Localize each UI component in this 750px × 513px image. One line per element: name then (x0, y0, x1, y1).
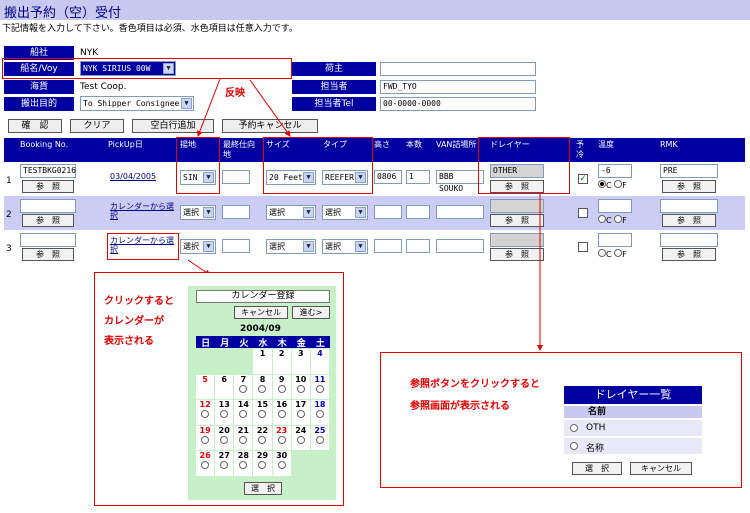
drayage-option-1: OTH (586, 423, 606, 433)
list-item[interactable] (564, 420, 702, 436)
calendar-day-radio[interactable] (201, 461, 210, 470)
calendar-day-radio[interactable] (277, 410, 286, 419)
ref-note: 参照ボタンをクリックすると 参照画面が表示される (410, 379, 540, 412)
calendar-day[interactable]: 28 (234, 451, 253, 476)
calendar-day-radio[interactable] (220, 461, 229, 470)
calendar-month: 2004/09 (240, 324, 281, 334)
calendar-day-radio[interactable] (277, 461, 286, 470)
calendar-day[interactable]: 9 (272, 374, 291, 400)
calendar-day-radio[interactable] (258, 410, 267, 419)
calendar-day[interactable]: 3 (291, 349, 310, 374)
calendar-day-radio[interactable] (296, 384, 305, 393)
calendar-day[interactable]: 19 (196, 425, 215, 451)
calendar-weekdays: 日 月 火 水 木 金 土 (201, 339, 325, 349)
drayage-radio-2[interactable] (570, 442, 578, 450)
calendar-day-radio[interactable] (258, 461, 267, 470)
calendar-day-radio[interactable] (315, 384, 324, 393)
calendar-day[interactable]: 2 (272, 349, 291, 374)
calendar-day-radio[interactable] (201, 435, 210, 444)
calendar-title: カレンダー登録 (196, 290, 330, 303)
calendar-day[interactable]: 29 (253, 451, 272, 476)
calendar-day[interactable]: 11 (310, 374, 329, 400)
calendar-day-radio[interactable] (296, 410, 305, 419)
calendar-day[interactable]: 26 (196, 451, 215, 476)
calendar-day[interactable]: 21 (234, 425, 253, 451)
calendar-day[interactable]: 25 (310, 425, 329, 451)
calendar-day-radio[interactable] (277, 435, 286, 444)
calendar-day[interactable]: 15 (253, 400, 272, 425)
calendar-cancel-button[interactable]: キャンセル (234, 306, 288, 319)
calendar-day[interactable]: 22 (253, 425, 272, 451)
calendar-day-radio[interactable] (239, 384, 248, 393)
calendar-day[interactable]: 8 (253, 374, 272, 400)
calendar-day[interactable]: 5 (196, 374, 215, 400)
calendar-day-radio[interactable] (220, 410, 229, 419)
calendar-day-radio[interactable] (220, 435, 229, 444)
list-item[interactable] (564, 438, 702, 454)
calendar-day-radio[interactable] (258, 384, 267, 393)
calendar-day-radio[interactable] (296, 435, 305, 444)
calendar-day[interactable]: 12 (196, 400, 215, 425)
calendar-day[interactable]: 17 (291, 400, 310, 425)
calendar-day[interactable]: 7 (234, 374, 253, 400)
calendar-day[interactable]: 13 (215, 400, 234, 425)
calendar-next-button[interactable]: 進む> (292, 306, 330, 319)
calendar-day[interactable]: 27 (215, 451, 234, 476)
calendar-select-button[interactable]: 選 択 (244, 482, 282, 495)
calendar-day[interactable]: 24 (291, 425, 310, 451)
calendar-day-radio[interactable] (239, 461, 248, 470)
calendar-day[interactable]: 10 (291, 374, 310, 400)
calendar-day[interactable]: 4 (310, 349, 329, 374)
calendar-day[interactable]: 18 (310, 400, 329, 425)
drayage-col-name: 名前 (588, 407, 607, 417)
calendar-day-radio[interactable] (277, 384, 286, 393)
drayage-list-title: ドレイヤー一覧 (564, 386, 702, 404)
drayage-select-button[interactable]: 選 択 (572, 462, 622, 475)
calendar-day[interactable]: 1 (253, 349, 272, 374)
calendar-day-radio[interactable] (315, 435, 324, 444)
drayage-cancel-button[interactable]: キャンセル (630, 462, 692, 475)
calendar-day[interactable]: 14 (234, 400, 253, 425)
calendar-day[interactable]: 23 (272, 425, 291, 451)
calendar-day-radio[interactable] (239, 410, 248, 419)
drayage-list-header (564, 406, 702, 418)
calendar-day[interactable]: 30 (272, 451, 291, 476)
drayage-radio-1[interactable] (570, 424, 578, 432)
calendar-day-radio[interactable] (201, 410, 210, 419)
calendar-note: クリックすると カレンダーが 表示される (104, 296, 174, 347)
calendar-day-radio[interactable] (239, 435, 248, 444)
calendar-day-radio[interactable] (258, 435, 267, 444)
calendar-grid: 1 2 3 4 5 6 7 8 9 10 11 12 13 14 15 16 17 18 19 20 21 22 23 24 2… (196, 349, 330, 477)
calendar-day-radio[interactable] (315, 410, 324, 419)
calendar-day[interactable]: 16 (272, 400, 291, 425)
drayage-option-2: 名称 (586, 444, 605, 454)
calendar-day[interactable]: 20 (215, 425, 234, 451)
calendar-day[interactable]: 6 (215, 374, 234, 400)
